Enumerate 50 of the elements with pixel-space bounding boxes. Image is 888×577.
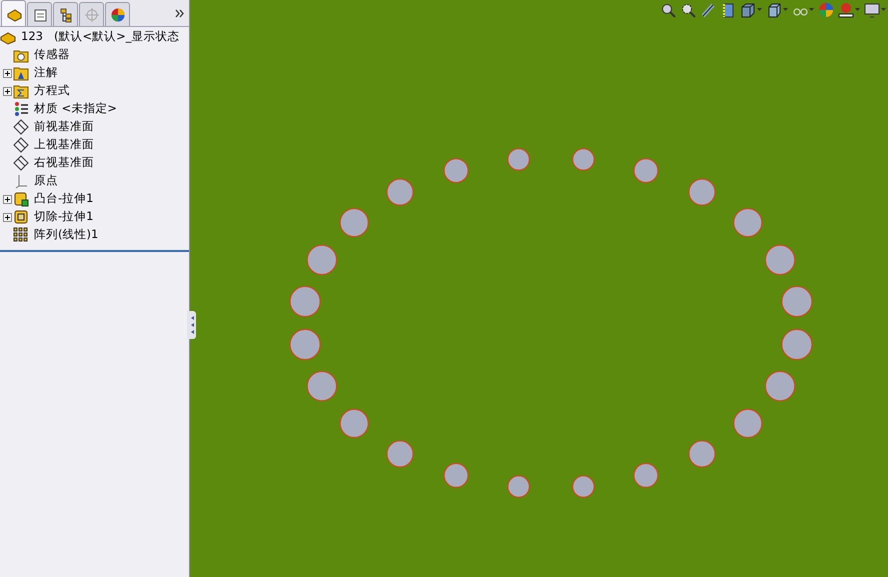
caret-icon[interactable] bbox=[881, 8, 886, 12]
plane-icon bbox=[13, 137, 29, 153]
linear-pattern-icon bbox=[13, 227, 29, 243]
color-wheel-icon bbox=[110, 6, 126, 22]
cube-icon[interactable] bbox=[740, 2, 756, 18]
expand-icon[interactable] bbox=[3, 86, 12, 96]
tree-item[interactable]: 上视基准面 bbox=[34, 136, 94, 154]
tree-item[interactable]: 切除-拉伸1 bbox=[34, 208, 94, 226]
caret-icon[interactable] bbox=[809, 8, 814, 12]
zoom-icon[interactable] bbox=[680, 2, 696, 18]
panel-tab[interactable] bbox=[27, 2, 52, 26]
plane-icon bbox=[13, 119, 29, 135]
folder-icon bbox=[13, 83, 29, 99]
origin-icon bbox=[13, 173, 29, 189]
caret-icon[interactable] bbox=[855, 8, 860, 12]
tree-item[interactable]: 凸台-拉伸1 bbox=[34, 190, 94, 208]
hierarchy-icon bbox=[58, 6, 74, 22]
folder-icon bbox=[13, 65, 29, 81]
pencil-icon[interactable] bbox=[700, 2, 716, 18]
tree-item[interactable]: 原点 bbox=[34, 172, 58, 190]
zoom-icon[interactable] bbox=[660, 2, 676, 18]
expand-icon[interactable] bbox=[3, 68, 12, 78]
chevron-icon[interactable] bbox=[175, 8, 185, 18]
monitor-icon[interactable] bbox=[864, 2, 880, 18]
tree-item[interactable]: 材质 <未指定> bbox=[34, 100, 117, 118]
material-icon bbox=[13, 101, 29, 117]
collapse-handle[interactable] bbox=[187, 311, 196, 339]
caret-icon[interactable] bbox=[757, 8, 762, 12]
panel-tab[interactable] bbox=[53, 2, 78, 26]
plane-icon bbox=[13, 155, 29, 171]
tree-item[interactable]: 前视基准面 bbox=[34, 118, 94, 136]
configuration-label: (默认<默认>_显示状态 bbox=[54, 28, 180, 46]
color-ball-icon[interactable] bbox=[818, 2, 834, 18]
caret-icon[interactable] bbox=[783, 8, 788, 12]
section-view-icon[interactable] bbox=[720, 2, 736, 18]
crosshair-icon bbox=[84, 6, 100, 22]
extrude-cut-icon bbox=[13, 209, 29, 225]
expand-icon[interactable] bbox=[3, 194, 12, 204]
property-sheet-icon bbox=[32, 6, 48, 22]
tree-item[interactable]: 传感器 bbox=[34, 46, 70, 64]
panel-tab[interactable] bbox=[105, 2, 130, 26]
tree-item[interactable]: 注解 bbox=[34, 64, 58, 82]
extrude-icon bbox=[13, 191, 29, 207]
cube-icon[interactable] bbox=[766, 2, 782, 18]
tree-item[interactable]: 右视基准面 bbox=[34, 154, 94, 172]
tree-item[interactable]: 阵列(线性)1 bbox=[34, 226, 98, 244]
expand-icon[interactable] bbox=[3, 212, 12, 222]
part-name[interactable]: 123 bbox=[21, 28, 43, 46]
tree-item[interactable]: 方程式 bbox=[34, 82, 70, 100]
panel-tab[interactable] bbox=[1, 0, 26, 26]
